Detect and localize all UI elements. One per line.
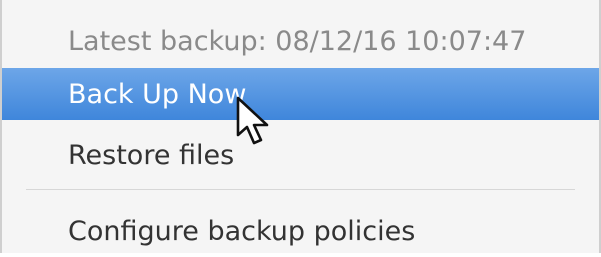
backup-context-menu: Latest backup: 08/12/16 10:07:47 Back Up… — [0, 0, 601, 253]
mouse-pointer-arrow-icon — [236, 96, 269, 145]
latest-backup-label: Latest backup: 08/12/16 10:07:47 — [68, 25, 527, 57]
configure-backup-policies-menu-item[interactable]: Configure backup policies — [2, 205, 599, 257]
back-up-now-menu-item[interactable]: Back Up Now — [2, 68, 599, 120]
restore-files-menu-item[interactable]: Restore files — [2, 129, 599, 181]
menu-separator — [26, 189, 575, 190]
